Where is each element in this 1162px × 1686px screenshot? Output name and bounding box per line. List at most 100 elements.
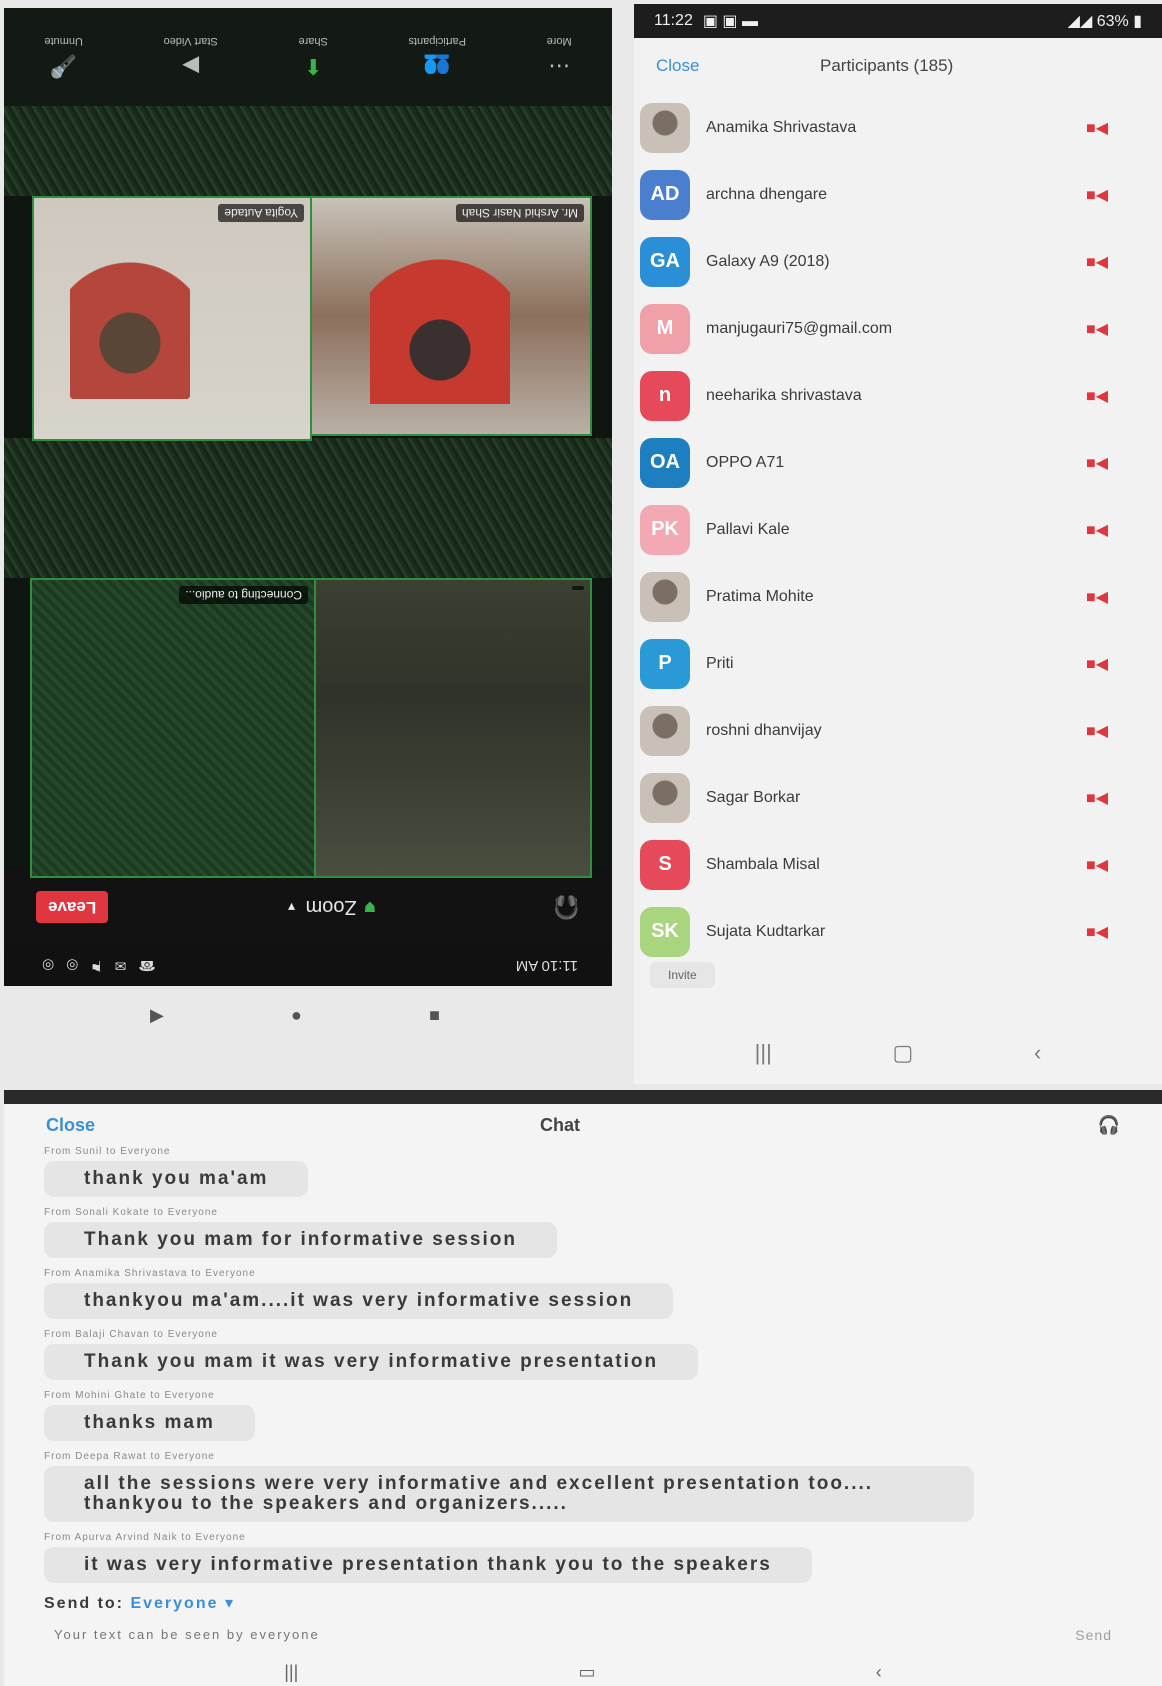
- meeting-status-time: 11:10 AM: [515, 957, 578, 975]
- leave-button[interactable]: Leave: [36, 891, 109, 923]
- meeting-status-icons: ☎ ✉ ⚑ ◎ ◎: [38, 958, 156, 975]
- avatar: [640, 705, 690, 756]
- video-off-icon: ■◀: [1086, 521, 1108, 539]
- message-sender: From Deepa Rawat to Everyone: [44, 1450, 215, 1462]
- toolbar-label: Start Video: [163, 35, 218, 47]
- video-off-icon: ■◀: [1086, 655, 1108, 673]
- tile-name: Yogita Autade: [218, 204, 304, 222]
- more-button[interactable]: ⋯ More: [547, 35, 572, 79]
- participant-row[interactable]: M manjugauri75@gmail.com ■◀: [634, 295, 1162, 362]
- android-nav-bar: ||| ▢ ‹: [634, 1028, 1162, 1078]
- participant-row[interactable]: Anamika Shrivastava ■◀: [634, 94, 1162, 161]
- message-text: Thank you mam it was very informative pr…: [44, 1343, 699, 1380]
- avatar: M: [640, 303, 690, 354]
- record-icon[interactable]: ●: [291, 1005, 302, 1026]
- participant-name: Anamika Shrivastava: [706, 118, 857, 136]
- participants-button[interactable]: 👥 Participants: [408, 35, 465, 79]
- more-icon: ⋯: [548, 54, 571, 79]
- avatar: PK: [640, 504, 690, 555]
- toolbar-label: Participants: [408, 35, 466, 47]
- share-button[interactable]: ⬆ Share: [298, 35, 327, 79]
- chat-message: From Apurva Arvind Naik to Everyone it w…: [44, 1532, 1122, 1583]
- message-sender: From Mohini Ghate to Everyone: [44, 1389, 215, 1401]
- participant-name: OPPO A71: [706, 453, 785, 471]
- headphone-icon[interactable]: 🎧: [1098, 1115, 1120, 1136]
- recent-apps-icon[interactable]: |||: [755, 1040, 772, 1066]
- video-tile[interactable]: Connecting to audio...: [30, 578, 316, 878]
- participants-status-bar: 11:22 ▣ ▣ ▬ ◢◢ 63% ▮: [634, 4, 1162, 38]
- video-off-icon: ■◀: [1086, 789, 1108, 807]
- send-button[interactable]: Send: [1075, 1627, 1112, 1643]
- headphone-icon[interactable]: 🎧: [553, 894, 580, 920]
- meeting-title[interactable]: ⛊ Zoom ▼: [286, 896, 376, 919]
- avatar: GA: [640, 236, 690, 287]
- chat-messages: From Sunil to Everyone thank you ma'am F…: [4, 1146, 1162, 1583]
- participant-row[interactable]: AD archna dhengare ■◀: [634, 161, 1162, 228]
- participant-name: Shambala Misal: [706, 855, 820, 873]
- avatar: n: [640, 370, 690, 421]
- video-tile[interactable]: [302, 578, 592, 878]
- message-sender: From Anamika Shrivastava to Everyone: [44, 1267, 256, 1279]
- back-icon[interactable]: ‹: [1034, 1040, 1041, 1066]
- home-icon[interactable]: ▢: [893, 1040, 914, 1066]
- home-icon[interactable]: ▭: [579, 1662, 596, 1683]
- participant-row[interactable]: OA OPPO A71 ■◀: [634, 429, 1162, 496]
- shield-icon: ⛊: [364, 899, 376, 916]
- meeting-status-bar: 11:10 AM ☎ ✉ ⚑ ◎ ◎: [4, 946, 612, 986]
- participant-row[interactable]: n neeharika shrivastava ■◀: [634, 362, 1162, 429]
- meeting-screen-rotated: 11:10 AM ☎ ✉ ⚑ ◎ ◎ 🎧 ⛊ Zoom ▼ Leave Conn…: [4, 8, 612, 986]
- chat-message: From Sunil to Everyone thank you ma'am: [44, 1146, 1122, 1197]
- participant-name: roshni dhanvijay: [706, 721, 822, 739]
- participant-row[interactable]: P Priti ■◀: [634, 630, 1162, 697]
- close-button[interactable]: Close: [656, 56, 699, 76]
- avatar: [640, 571, 690, 622]
- participant-row[interactable]: SK Sujata Kudtarkar ■◀: [634, 898, 1162, 965]
- tile-name: [572, 586, 584, 590]
- meeting-title-label: Zoom: [305, 896, 357, 919]
- chat-message: From Deepa Rawat to Everyone all the ses…: [44, 1451, 1122, 1522]
- stop-icon[interactable]: ■: [429, 1005, 440, 1026]
- participant-name: Priti: [706, 654, 734, 672]
- chat-message: From Anamika Shrivastava to Everyone tha…: [44, 1268, 1122, 1319]
- avatar: S: [640, 839, 690, 890]
- toolbar-label: More: [546, 35, 572, 47]
- tile-name: Mr. Arshid Nasir Shah: [455, 204, 584, 222]
- meeting-header: 🎧 ⛊ Zoom ▼ Leave: [4, 868, 612, 946]
- chevron-down-icon: ▼: [285, 900, 298, 914]
- send-to-selector[interactable]: Send to: Everyone ▾: [4, 1593, 1162, 1613]
- participant-row[interactable]: Pratima Mohite ■◀: [634, 563, 1162, 630]
- avatar: P: [640, 638, 690, 689]
- video-tile[interactable]: Yogita Autade: [32, 196, 312, 441]
- mic-icon: 🎤: [49, 54, 78, 79]
- start-video-button[interactable]: ▶ Start Video: [164, 35, 218, 79]
- media-controls: ▶ ● ■: [150, 998, 440, 1032]
- back-icon[interactable]: ‹: [876, 1662, 882, 1683]
- video-off-icon: ■◀: [1086, 722, 1108, 740]
- participant-name: Pratima Mohite: [706, 587, 814, 605]
- message-text: thankyou ma'am....it was very informativ…: [44, 1282, 674, 1319]
- recent-apps-icon[interactable]: |||: [284, 1662, 298, 1683]
- participant-row[interactable]: PK Pallavi Kale ■◀: [634, 496, 1162, 563]
- video-off-icon: ■◀: [1086, 856, 1108, 874]
- participants-header: Close Participants (185): [634, 38, 1162, 94]
- participants-screen: 11:22 ▣ ▣ ▬ ◢◢ 63% ▮ Close Participants …: [634, 4, 1162, 1084]
- android-nav-bar: ||| ▭ ‹: [4, 1658, 1162, 1686]
- video-off-icon: ■◀: [1086, 454, 1108, 472]
- participant-row[interactable]: roshni dhanvijay ■◀: [634, 697, 1162, 764]
- participant-row[interactable]: Sagar Borkar ■◀: [634, 764, 1162, 831]
- participant-row[interactable]: GA Galaxy A9 (2018) ■◀: [634, 228, 1162, 295]
- invite-button[interactable]: Invite: [650, 962, 715, 988]
- participant-name: archna dhengare: [706, 185, 827, 203]
- video-off-icon: ■◀: [1086, 186, 1108, 204]
- participant-video: [70, 239, 190, 399]
- chat-input[interactable]: [54, 1627, 754, 1642]
- unmute-button[interactable]: 🎤 Unmute: [44, 35, 83, 79]
- participant-row[interactable]: S Shambala Misal ■◀: [634, 831, 1162, 898]
- avatar: SK: [640, 906, 690, 957]
- chat-close-button[interactable]: Close: [46, 1115, 95, 1136]
- play-icon[interactable]: ▶: [150, 1005, 164, 1026]
- battery-level: 63%: [1096, 13, 1129, 30]
- video-tile[interactable]: Mr. Arshid Nasir Shah: [302, 196, 592, 436]
- chat-screen: Close Chat 🎧 From Sunil to Everyone than…: [4, 1090, 1162, 1686]
- participants-list: Anamika Shrivastava ■◀ AD archna dhengar…: [634, 94, 1162, 965]
